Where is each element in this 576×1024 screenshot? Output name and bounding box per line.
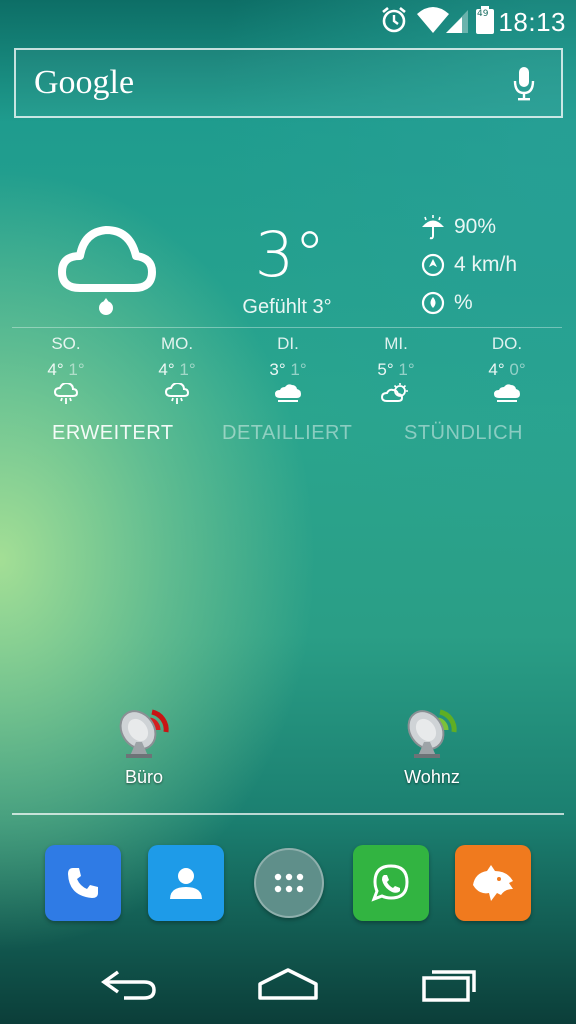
forecast-day: SO. 4° 1° xyxy=(11,334,121,405)
clock: 18:13 xyxy=(498,7,566,37)
status-bar: 49 18:13 xyxy=(0,0,576,40)
rain-cloud-icon xyxy=(58,226,156,315)
rain-icon xyxy=(122,383,232,405)
partly-sunny-icon xyxy=(341,383,451,405)
rain-icon xyxy=(11,383,121,405)
humidity-value: % xyxy=(454,291,473,314)
day-low: 1° xyxy=(290,360,307,379)
precipitation-value: 90% xyxy=(454,215,497,238)
wind-row: 4 km/h xyxy=(420,250,517,280)
dock-divider xyxy=(12,813,564,815)
forecast-day: DO. 4° 0° xyxy=(452,334,562,405)
apps-grid-icon xyxy=(274,873,304,893)
day-high: 4° xyxy=(47,360,64,379)
wind-value: 4 km/h xyxy=(454,253,518,276)
forecast-day: DI. 3° 1° xyxy=(233,334,343,405)
day-temps: 4° 1° xyxy=(122,360,232,380)
day-high: 4° xyxy=(158,360,175,379)
contacts-icon xyxy=(170,868,202,899)
battery-level: 49 xyxy=(477,9,489,19)
navigation-bar xyxy=(0,944,576,1024)
signal-icon xyxy=(446,10,468,33)
google-logo: Google xyxy=(34,64,135,101)
umbrella-icon xyxy=(422,215,444,240)
shortcut-label: Wohnz xyxy=(404,767,460,787)
tab-erweitert[interactable]: ERWEITERT xyxy=(52,422,174,445)
day-low: 1° xyxy=(398,360,415,379)
day-name: SO. xyxy=(51,334,81,353)
day-name: DO. xyxy=(491,334,523,353)
day-low: 1° xyxy=(179,360,196,379)
wind-icon xyxy=(421,253,445,277)
satellite-dish-green-icon xyxy=(407,709,457,758)
day-name: MI. xyxy=(384,334,408,353)
whatsapp-icon xyxy=(371,864,409,902)
day-temps: 4° 1° xyxy=(11,360,121,380)
current-temperature: 3° xyxy=(254,218,326,291)
weather-widget[interactable]: 3° Gefühlt 3° 90% 4 km/h % SO. 4° 1° MO.… xyxy=(0,200,576,460)
widget-divider xyxy=(12,327,562,328)
app-drawer-button[interactable] xyxy=(254,848,324,918)
shortcut-label: Büro xyxy=(124,767,164,787)
mic-icon[interactable] xyxy=(513,66,535,102)
weather-tabs: ERWEITERT DETAILLIERT STÜNDLICH xyxy=(0,422,576,448)
forecast-day: MO. 4° 1° xyxy=(122,334,232,405)
day-high: 3° xyxy=(269,360,286,379)
bear-icon xyxy=(473,865,513,901)
cloud-icon xyxy=(452,383,562,405)
day-name: MO. xyxy=(160,334,194,353)
precipitation-row: 90% xyxy=(420,212,496,242)
alarm-icon xyxy=(382,6,406,33)
tab-detailliert[interactable]: DETAILLIERT xyxy=(222,422,352,445)
day-name: DI. xyxy=(277,334,299,353)
day-temps: 4° 0° xyxy=(452,360,562,380)
day-low: 1° xyxy=(68,360,85,379)
shortcut-buero[interactable]: Büro xyxy=(89,700,199,788)
whatsapp-app[interactable] xyxy=(353,845,429,921)
dock xyxy=(0,845,576,923)
day-high: 4° xyxy=(488,360,505,379)
day-temps: 3° 1° xyxy=(233,360,343,380)
recent-apps-icon[interactable] xyxy=(420,964,478,1004)
day-temps: 5° 1° xyxy=(341,360,451,380)
phone-icon xyxy=(68,868,98,898)
home-icon[interactable] xyxy=(256,964,320,1004)
battery-icon: 49 xyxy=(476,6,494,34)
day-low: 0° xyxy=(509,360,526,379)
shortcut-wohnz[interactable]: Wohnz xyxy=(377,700,487,788)
day-high: 5° xyxy=(377,360,394,379)
humidity-row: % xyxy=(420,288,473,318)
back-icon[interactable] xyxy=(100,964,158,1004)
orange-app[interactable] xyxy=(455,845,531,921)
phone-app[interactable] xyxy=(45,845,121,921)
google-search-bar[interactable]: Google xyxy=(14,48,563,118)
satellite-dish-red-icon xyxy=(119,709,169,758)
humidity-icon xyxy=(421,291,445,315)
feels-like: Gefühlt 3° xyxy=(242,296,332,318)
tab-stuendlich[interactable]: STÜNDLICH xyxy=(404,422,523,445)
forecast-day: MI. 5° 1° xyxy=(341,334,451,405)
forecast: SO. 4° 1° MO. 4° 1° DI. 3° 1° MI. 5° 1° xyxy=(0,334,576,409)
cloud-icon xyxy=(233,383,343,405)
contacts-app[interactable] xyxy=(148,845,224,921)
